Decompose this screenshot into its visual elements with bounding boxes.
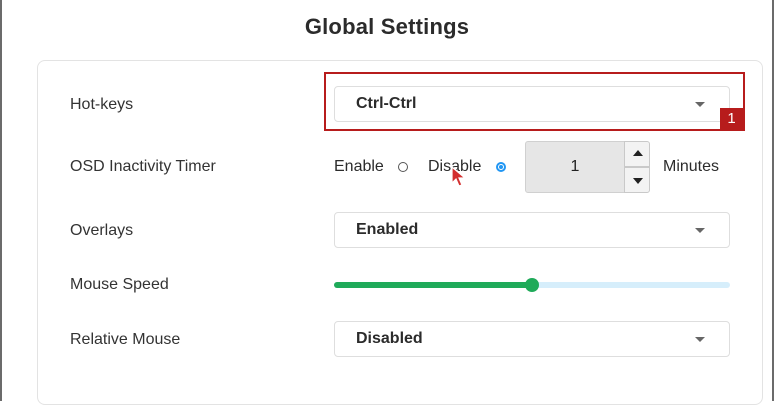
annotation-badge: 1 [720,108,743,130]
osd-disable-label[interactable]: Disable [428,158,481,176]
overlays-value: Enabled [356,221,419,238]
stepper-up-button[interactable] [624,141,650,167]
hotkeys-select[interactable]: Ctrl-Ctrl [334,86,730,122]
osd-timer-stepper[interactable]: 1 [525,141,650,193]
chevron-down-icon [695,102,705,107]
relative-mouse-label: Relative Mouse [70,331,181,348]
osd-timer-label: OSD Inactivity Timer [70,158,216,175]
arrow-up-icon [633,150,643,156]
slider-thumb[interactable] [525,278,539,292]
mouse-speed-label: Mouse Speed [70,276,169,293]
osd-disable-radio[interactable] [496,162,506,172]
overlays-label: Overlays [70,222,134,239]
slider-fill [334,282,532,288]
overlays-select[interactable]: Enabled [334,212,730,248]
osd-timer-unit: Minutes [663,158,720,175]
relative-mouse-value: Disabled [356,330,423,347]
hotkeys-label: Hot-keys [70,96,134,113]
osd-enable-radio[interactable] [398,162,408,172]
arrow-down-icon [633,178,643,184]
mouse-speed-slider[interactable] [334,278,730,292]
hotkeys-value: Ctrl-Ctrl [356,95,417,112]
settings-window: Global Settings Hot-keys Ctrl-Ctrl 1 OSD… [0,0,774,405]
osd-enable-label[interactable]: Enable [334,158,384,176]
stepper-down-button[interactable] [624,167,650,193]
osd-timer-input[interactable]: 1 [525,141,625,193]
page-title: Global Settings [304,14,470,39]
relative-mouse-select[interactable]: Disabled [334,321,730,357]
chevron-down-icon [695,337,705,342]
chevron-down-icon [695,228,705,233]
